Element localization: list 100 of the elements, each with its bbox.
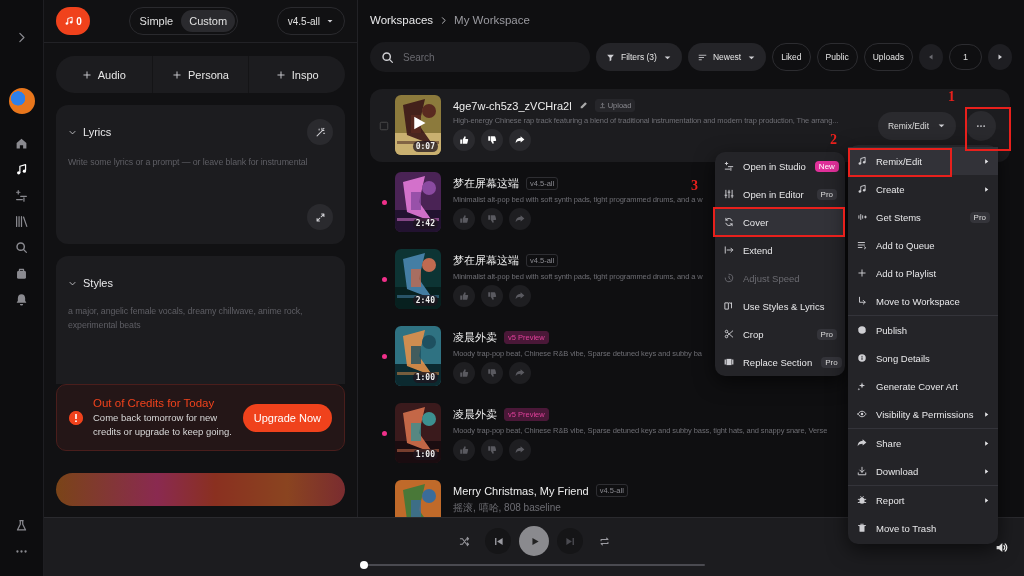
music-note-icon [857,184,867,194]
bug-icon [857,495,867,505]
music-note-icon[interactable] [15,162,28,176]
menu-item[interactable]: Replace Section Pro [715,348,845,376]
duration-label: 0:07 [412,141,438,152]
expand-button[interactable] [307,204,333,230]
search-icon [381,50,394,64]
credits-button[interactable]: 0 [56,7,90,35]
previous-button[interactable] [485,528,511,554]
duration-label: 2:42 [412,218,438,229]
track-title[interactable]: Merry Christmas, My Friend [453,484,589,497]
wand-icon [314,126,326,138]
menu-item[interactable]: Add to Playlist [848,259,998,287]
menu-item[interactable]: Share [848,429,998,457]
upgrade-button[interactable]: Upgrade Now [242,403,332,432]
menu-item[interactable]: Move to Workspace [848,287,998,315]
menu-item[interactable]: Song Details [848,344,998,372]
mode-tab[interactable]: Simple [131,10,182,32]
repeat-icon [598,535,610,547]
menu-item[interactable]: Move to Trash [848,514,998,542]
section-title: Styles [83,277,114,289]
library-icon[interactable] [15,214,28,228]
thumbs-down-icon [487,214,497,224]
scissors-icon [724,329,734,339]
bell-icon[interactable] [15,292,28,306]
magic-button[interactable] [307,119,333,145]
thumbs-up-icon [459,135,469,145]
upload-icon [598,102,606,109]
filter-icon [606,52,615,62]
pro-badge: Pro [816,328,837,340]
progress-thumb[interactable] [359,561,368,569]
flask-icon[interactable] [15,518,28,532]
volume-icon[interactable] [995,541,1008,554]
sparkle-icon [857,381,867,391]
share-icon [515,135,525,145]
gradient-button[interactable] [56,473,345,506]
menu-item[interactable]: Create [848,175,998,203]
search-icon[interactable] [15,240,28,254]
plus-icon [857,268,867,278]
thumbs-down-icon [487,445,497,455]
track-title[interactable]: 凌晨外卖 [453,330,497,345]
share-button[interactable] [509,129,531,151]
caret-icon [937,121,946,130]
menu-item[interactable]: Use Styles & Lyrics [715,292,845,320]
duration-label: 1:00 [412,449,438,460]
menu-item[interactable]: Generate Cover Art [848,372,998,400]
breadcrumb-current: My Workspace [454,14,530,26]
menu-item[interactable]: Remix/Edit [848,147,998,175]
pro-badge: Pro [816,188,837,200]
track-title[interactable]: 凌晨外卖 [453,407,497,422]
search-field[interactable]: Search [370,42,590,72]
menu-item[interactable]: Add to Queue [848,231,998,259]
share-icon [515,368,525,378]
sliders-icon [724,189,734,199]
new-badge: New [814,160,839,172]
sort-button[interactable]: Newest [687,43,767,71]
pro-badge: Pro [821,356,842,368]
annotation-number: 2 [830,132,837,148]
chevron-right-icon [439,15,449,25]
track-title[interactable]: 4ge7w-ch5z3_zVCHra2l [453,99,572,112]
more-button[interactable] [966,110,996,141]
bag-icon[interactable] [15,266,28,280]
menu-item[interactable]: Cover [715,208,845,236]
breadcrumb-link[interactable]: Workspaces [370,14,434,26]
menu-item[interactable]: Download [848,457,998,485]
menu-item[interactable]: Extend [715,236,845,264]
duration-label: 2:40 [412,295,438,306]
menu-item[interactable]: Crop Pro [715,320,845,348]
pro-badge: Pro [969,211,990,223]
menu-item[interactable]: Get Stems Pro [848,203,998,231]
menu-item[interactable]: Publish [848,316,998,344]
share-icon [515,291,525,301]
share-icon [515,214,525,224]
menu-item[interactable]: Report [848,486,998,514]
plus-icon [172,69,182,80]
menu-item[interactable]: Open in Editor Pro [715,180,845,208]
play-button[interactable] [519,526,549,556]
pencil-icon[interactable] [578,101,588,110]
share-icon [857,438,867,448]
queue-icon [857,240,867,250]
dislike-button[interactable] [481,129,503,151]
menu-item[interactable]: Visibility & Permissions [848,400,998,428]
filters-button[interactable]: Filters (3) [596,43,682,71]
thumbs-down-icon [487,135,497,145]
track-title[interactable]: 梦在屏幕这端 [453,176,519,191]
section-title: Lyrics [83,126,113,138]
thumbs-up-icon [459,368,469,378]
home-icon[interactable] [15,136,28,150]
add-button[interactable]: Inspo [248,56,345,93]
remix-button[interactable]: Remix/Edit [877,111,956,140]
add-button[interactable]: Persona [151,56,249,93]
checkbox-icon[interactable] [379,120,389,131]
add-button[interactable]: Audio [56,56,152,93]
warning-icon [69,410,83,425]
mode-tab[interactable]: Custom [181,10,236,32]
track-description: 摇滚, 嘻哈, 808 baseline [453,501,561,515]
refresh-icon [724,217,734,227]
track-title[interactable]: 梦在屏幕这端 [453,253,519,268]
avatar[interactable] [8,88,35,114]
like-button[interactable] [453,129,475,151]
